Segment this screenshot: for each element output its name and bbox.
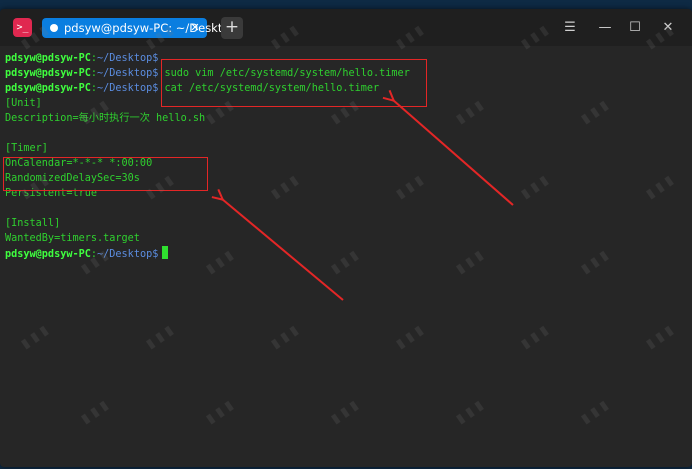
arrow-to-commands: [393, 100, 514, 206]
arrow-to-timer: [222, 199, 344, 301]
annotation-arrows: [0, 0, 514, 301]
